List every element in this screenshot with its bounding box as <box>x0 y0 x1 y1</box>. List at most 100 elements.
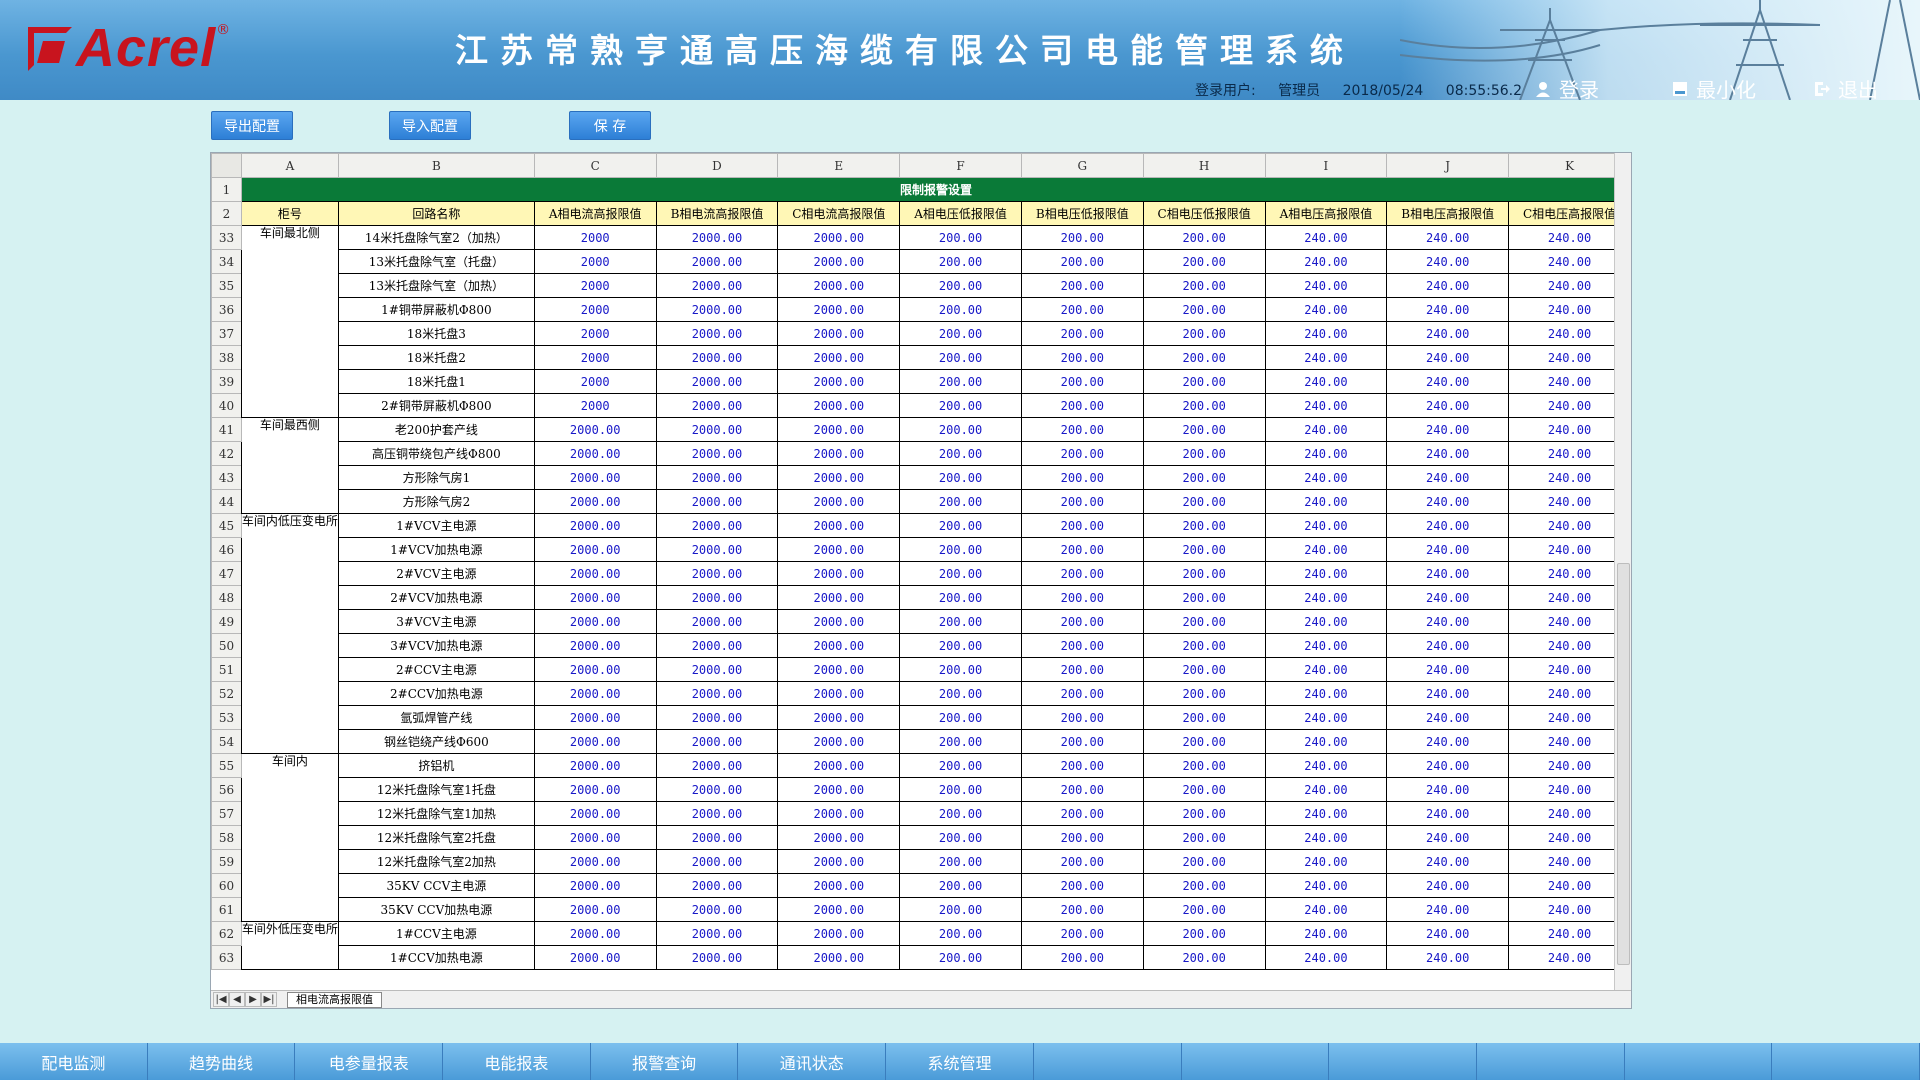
limit-value-cell[interactable]: 240.00 <box>1386 321 1510 346</box>
limit-value-cell[interactable]: 200.00 <box>899 417 1022 442</box>
a-current-high-cell[interactable]: 2000.00 <box>533 489 657 514</box>
limit-value-cell[interactable]: 200.00 <box>1020 417 1144 442</box>
limit-value-cell[interactable]: 240.00 <box>1508 249 1631 274</box>
row-header[interactable]: 60 <box>211 873 242 898</box>
limit-value-cell[interactable]: 200.00 <box>1020 609 1144 634</box>
limit-settings-table[interactable]: A B C D E F G H I J K 1 限制报警设置 2 柜号 回路名称 A相电流高报限值 B相电流高报限… <box>211 153 1632 970</box>
a-current-high-cell[interactable]: 2000 <box>533 273 657 298</box>
limit-value-cell[interactable]: 240.00 <box>1386 681 1510 706</box>
limit-value-cell[interactable]: 200.00 <box>899 921 1022 946</box>
limit-value-cell[interactable]: 200.00 <box>899 249 1022 274</box>
limit-value-cell[interactable]: 240.00 <box>1508 849 1631 874</box>
login-button[interactable]: 登录 <box>1535 74 1599 100</box>
limit-value-cell[interactable]: 240.00 <box>1508 441 1631 466</box>
limit-value-cell[interactable]: 240.00 <box>1264 489 1388 514</box>
limit-value-cell[interactable]: 240.00 <box>1508 489 1631 514</box>
limit-value-cell[interactable]: 240.00 <box>1508 705 1631 730</box>
limit-value-cell[interactable]: 200.00 <box>899 345 1022 370</box>
limit-value-cell[interactable]: 200.00 <box>1142 273 1266 298</box>
limit-value-cell[interactable]: 240.00 <box>1264 873 1388 898</box>
limit-value-cell[interactable]: 200.00 <box>1142 225 1266 250</box>
limit-value-cell[interactable]: 200.00 <box>1020 753 1144 778</box>
limit-value-cell[interactable]: 2000.00 <box>777 873 901 898</box>
limit-value-cell[interactable]: 200.00 <box>1142 561 1266 586</box>
limit-value-cell[interactable]: 240.00 <box>1264 345 1388 370</box>
limit-value-cell[interactable]: 200.00 <box>1020 585 1144 610</box>
circuit-name-cell[interactable]: 18米托盘2 <box>337 345 535 370</box>
vertical-scrollbar[interactable] <box>1614 153 1631 991</box>
limit-value-cell[interactable]: 2000.00 <box>655 753 779 778</box>
limit-value-cell[interactable]: 2000.00 <box>655 273 779 298</box>
limit-value-cell[interactable]: 2000.00 <box>777 945 901 970</box>
limit-value-cell[interactable]: 240.00 <box>1264 537 1388 562</box>
limit-value-cell[interactable]: 200.00 <box>899 825 1022 850</box>
limit-value-cell[interactable]: 200.00 <box>899 897 1022 922</box>
limit-value-cell[interactable]: 240.00 <box>1508 345 1631 370</box>
limit-value-cell[interactable]: 2000.00 <box>655 897 779 922</box>
limit-value-cell[interactable]: 200.00 <box>899 657 1022 682</box>
row-header[interactable]: 34 <box>211 249 242 274</box>
spreadsheet[interactable]: A B C D E F G H I J K 1 限制报警设置 2 柜号 回路名称 A相电流高报限值 B相电流高报限… <box>210 152 1632 1009</box>
limit-value-cell[interactable]: 2000.00 <box>655 369 779 394</box>
circuit-name-cell[interactable]: 2#VCV主电源 <box>337 561 535 586</box>
circuit-name-cell[interactable]: 3#VCV加热电源 <box>337 633 535 658</box>
limit-value-cell[interactable]: 2000.00 <box>777 321 901 346</box>
sheet-tab[interactable]: 相电流高报限值 <box>287 991 382 1008</box>
limit-value-cell[interactable]: 240.00 <box>1508 633 1631 658</box>
limit-value-cell[interactable]: 200.00 <box>1142 657 1266 682</box>
limit-value-cell[interactable]: 240.00 <box>1264 633 1388 658</box>
circuit-name-cell[interactable]: 12米托盘除气室2加热 <box>337 849 535 874</box>
limit-value-cell[interactable]: 2000.00 <box>777 441 901 466</box>
a-current-high-cell[interactable]: 2000.00 <box>533 945 657 970</box>
limit-value-cell[interactable]: 240.00 <box>1386 537 1510 562</box>
nav-item[interactable]: 趋势曲线 <box>148 1043 296 1080</box>
limit-value-cell[interactable]: 200.00 <box>1020 849 1144 874</box>
save-button[interactable]: 保 存 <box>569 111 651 140</box>
limit-value-cell[interactable]: 200.00 <box>899 369 1022 394</box>
limit-value-cell[interactable]: 200.00 <box>899 681 1022 706</box>
nav-item[interactable]: 电能报表 <box>443 1043 591 1080</box>
limit-value-cell[interactable]: 240.00 <box>1264 297 1388 322</box>
limit-value-cell[interactable]: 240.00 <box>1264 369 1388 394</box>
limit-value-cell[interactable]: 200.00 <box>1142 897 1266 922</box>
limit-value-cell[interactable]: 2000.00 <box>777 249 901 274</box>
limit-value-cell[interactable]: 200.00 <box>1020 873 1144 898</box>
limit-value-cell[interactable]: 240.00 <box>1508 801 1631 826</box>
limit-value-cell[interactable]: 240.00 <box>1386 777 1510 802</box>
limit-value-cell[interactable]: 240.00 <box>1386 513 1510 538</box>
limit-value-cell[interactable]: 2000.00 <box>655 297 779 322</box>
limit-value-cell[interactable]: 240.00 <box>1264 441 1388 466</box>
limit-value-cell[interactable]: 240.00 <box>1386 249 1510 274</box>
limit-value-cell[interactable]: 2000.00 <box>777 393 901 418</box>
circuit-name-cell[interactable]: 35KV CCV主电源 <box>337 873 535 898</box>
limit-value-cell[interactable]: 2000.00 <box>655 345 779 370</box>
nav-item[interactable]: 报警查询 <box>591 1043 739 1080</box>
cabinet-cell[interactable]: 车间内低压变电所 <box>240 513 339 754</box>
a-current-high-cell[interactable]: 2000.00 <box>533 729 657 754</box>
limit-value-cell[interactable]: 2000.00 <box>777 729 901 754</box>
limit-value-cell[interactable]: 2000.00 <box>655 537 779 562</box>
limit-value-cell[interactable]: 2000.00 <box>777 801 901 826</box>
limit-value-cell[interactable]: 200.00 <box>899 729 1022 754</box>
column-header-D[interactable]: D <box>655 153 779 178</box>
limit-value-cell[interactable]: 200.00 <box>899 873 1022 898</box>
circuit-name-cell[interactable]: 3#VCV主电源 <box>337 609 535 634</box>
limit-value-cell[interactable]: 200.00 <box>1142 729 1266 754</box>
limit-value-cell[interactable]: 200.00 <box>899 441 1022 466</box>
cabinet-cell[interactable]: 车间最西侧 <box>240 417 339 514</box>
a-current-high-cell[interactable]: 2000.00 <box>533 441 657 466</box>
limit-value-cell[interactable]: 2000.00 <box>655 777 779 802</box>
column-header-E[interactable]: E <box>777 153 901 178</box>
prev-sheet-icon[interactable]: ◀ <box>229 992 245 1007</box>
limit-value-cell[interactable]: 200.00 <box>899 849 1022 874</box>
limit-value-cell[interactable]: 2000.00 <box>777 273 901 298</box>
circuit-name-cell[interactable]: 1#铜带屏蔽机Φ800 <box>337 297 535 322</box>
row-header[interactable]: 36 <box>211 297 242 322</box>
limit-value-cell[interactable]: 2000.00 <box>655 873 779 898</box>
limit-value-cell[interactable]: 200.00 <box>1142 465 1266 490</box>
limit-value-cell[interactable]: 200.00 <box>899 225 1022 250</box>
circuit-name-cell[interactable]: 35KV CCV加热电源 <box>337 897 535 922</box>
limit-value-cell[interactable]: 2000.00 <box>777 849 901 874</box>
row-header[interactable]: 61 <box>211 897 242 922</box>
row-header[interactable]: 40 <box>211 393 242 418</box>
